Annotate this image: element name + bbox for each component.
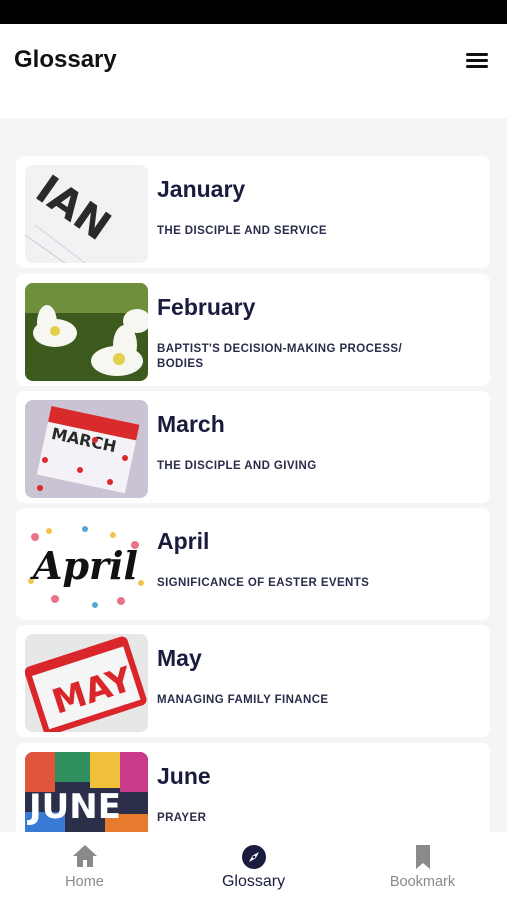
month-topic: MANAGING FAMILY FINANCE <box>157 694 329 706</box>
tab-bookmark[interactable]: Bookmark <box>338 832 507 900</box>
bottom-tab-bar: Home Glossary Bookmark <box>0 832 507 900</box>
march-thumbnail: MARCH <box>25 400 148 498</box>
month-card-june[interactable]: JUNE June PRAYER <box>16 743 490 832</box>
tab-home[interactable]: Home <box>0 832 169 900</box>
month-title: June <box>157 763 211 789</box>
svg-text:JUNE: JUNE <box>27 787 121 827</box>
svg-text:April: April <box>30 543 138 588</box>
month-title: March <box>157 411 225 437</box>
month-topic: PRAYER <box>157 812 207 824</box>
menu-button[interactable] <box>462 49 492 73</box>
month-topic: THE DISCIPLE AND SERVICE <box>157 225 327 237</box>
january-thumbnail: IAN <box>25 165 148 263</box>
month-title: January <box>157 176 246 202</box>
month-topic: BAPTIST'S DECISION-MAKING PROCESS/ BODIE… <box>157 343 403 370</box>
june-thumbnail: JUNE <box>25 752 148 832</box>
month-title: May <box>157 645 202 671</box>
month-topic: THE DISCIPLE AND GIVING <box>157 460 317 472</box>
tab-label: Glossary <box>221 873 286 890</box>
april-thumbnail: April <box>25 517 148 615</box>
tab-label: Bookmark <box>389 874 456 890</box>
page-title: Glossary <box>14 46 117 73</box>
month-card-april[interactable]: April April SIGNIFICANCE OF EASTER EVENT… <box>16 508 490 620</box>
month-title: April <box>157 528 210 554</box>
compass-icon <box>241 844 267 875</box>
month-topic: SIGNIFICANCE OF EASTER EVENTS <box>157 577 370 589</box>
month-card-january[interactable]: IAN January THE DISCIPLE AND SERVICE <box>16 156 490 268</box>
status-bar <box>0 0 507 24</box>
month-list[interactable]: IAN January THE DISCIPLE AND SERVICE Feb… <box>0 118 507 832</box>
month-card-february[interactable]: February BAPTIST'S DECISION-MAKING PROCE… <box>16 274 490 386</box>
february-thumbnail <box>25 283 148 381</box>
month-card-march[interactable]: MARCH March THE DISCIPLE AND GIVING <box>16 391 490 503</box>
hamburger-icon <box>466 53 488 56</box>
may-thumbnail: MAY <box>25 634 148 732</box>
tab-glossary[interactable]: Glossary <box>169 832 338 900</box>
tab-label: Home <box>65 874 104 890</box>
month-card-may[interactable]: MAY May MANAGING FAMILY FINANCE <box>16 625 490 737</box>
month-title: February <box>157 294 256 320</box>
bookmark-icon <box>415 844 431 875</box>
home-icon <box>72 844 98 873</box>
